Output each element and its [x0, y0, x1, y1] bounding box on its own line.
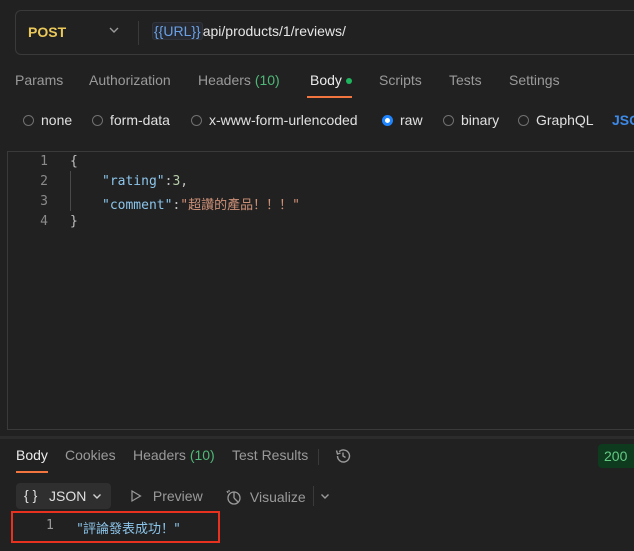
- tab-scripts[interactable]: Scripts: [379, 72, 422, 88]
- code-line-rating: "rating":3,: [102, 174, 189, 189]
- play-icon: [131, 489, 142, 503]
- chevron-down-icon[interactable]: [319, 490, 331, 502]
- radio-circle: [518, 114, 529, 126]
- chevron-down-icon[interactable]: [107, 23, 121, 37]
- visualize-button[interactable]: Visualize: [224, 488, 306, 506]
- method-select[interactable]: POST: [28, 24, 66, 40]
- active-tab-underline: [16, 471, 48, 473]
- radio-label: GraphQL: [536, 112, 594, 128]
- tab-params[interactable]: Params: [15, 72, 63, 88]
- json-string: "超讚的產品！！！": [180, 198, 300, 213]
- url-path: api/products/1/reviews/: [202, 23, 346, 39]
- line-number: 2: [40, 174, 48, 189]
- response-tab-cookies[interactable]: Cookies: [65, 447, 116, 463]
- headers-count: (10): [254, 72, 280, 88]
- history-icon[interactable]: [334, 447, 352, 465]
- radio-graphql[interactable]: GraphQL: [518, 112, 594, 128]
- braces-icon: { }: [24, 487, 38, 503]
- headers-count: (10): [189, 447, 215, 463]
- tab-headers[interactable]: Headers (10): [198, 72, 280, 88]
- radio-urlencoded[interactable]: x-www-form-urlencoded: [191, 112, 358, 128]
- pane-resize-handle[interactable]: [0, 436, 634, 439]
- radio-label: form-data: [110, 112, 170, 128]
- response-body-viewer[interactable]: 1 "評論發表成功！": [0, 518, 634, 538]
- line-number: 3: [40, 194, 48, 209]
- indent-guide: [70, 171, 71, 211]
- request-body-editor[interactable]: 1 2 3 4 { "rating":3, "comment":"超讚的產品！！…: [7, 151, 634, 430]
- active-tab-underline: [307, 96, 352, 98]
- radio-none[interactable]: none: [23, 112, 72, 128]
- status-badge[interactable]: 200: [598, 444, 634, 468]
- url-variable: {{URL}}: [152, 22, 203, 40]
- line-number: 1: [46, 518, 54, 533]
- chevron-down-icon: [93, 494, 101, 499]
- radio-label: raw: [400, 112, 423, 128]
- tab-body-label: Body: [310, 72, 342, 88]
- preview-button[interactable]: Preview: [129, 488, 203, 504]
- radio-raw[interactable]: raw: [382, 112, 423, 128]
- radio-label: binary: [461, 112, 500, 128]
- body-format-select[interactable]: JSON: [612, 112, 634, 128]
- radio-circle-selected: [382, 114, 393, 126]
- response-tab-test-results[interactable]: Test Results: [232, 447, 308, 463]
- tab-settings[interactable]: Settings: [509, 72, 560, 88]
- code-close-brace: }: [70, 214, 78, 229]
- url-input[interactable]: {{URL}} api/products/1/reviews/: [152, 22, 346, 40]
- line-number: 1: [40, 154, 48, 169]
- radio-circle: [23, 114, 34, 126]
- code-open-brace: {: [70, 154, 78, 169]
- line-number: 4: [40, 214, 48, 229]
- code-line-comment: "comment":"超讚的產品！！！": [102, 198, 300, 213]
- response-tab-body[interactable]: Body: [16, 447, 48, 463]
- divider: [313, 486, 314, 506]
- visualize-label: Visualize: [249, 489, 306, 505]
- response-string: "評論發表成功！": [77, 522, 180, 537]
- radio-binary[interactable]: binary: [443, 112, 499, 128]
- format-label: JSON: [49, 488, 87, 504]
- tab-label: Headers: [133, 447, 186, 463]
- body-modified-dot: [345, 78, 352, 85]
- radio-label: none: [41, 112, 73, 128]
- preview-label: Preview: [152, 488, 203, 504]
- response-format-select[interactable]: { } JSON: [16, 483, 111, 509]
- divider: [318, 449, 319, 465]
- response-tab-headers[interactable]: Headers (10): [133, 447, 215, 463]
- tab-body[interactable]: Body: [310, 72, 352, 88]
- request-url-bar: POST {{URL}} api/products/1/reviews/: [15, 10, 634, 55]
- radio-circle: [191, 114, 202, 126]
- json-key: "comment": [102, 198, 173, 213]
- tab-tests[interactable]: Tests: [449, 72, 482, 88]
- tab-headers-label: Headers: [198, 72, 251, 88]
- tab-authorization[interactable]: Authorization: [89, 72, 171, 88]
- radio-form-data[interactable]: form-data: [92, 112, 170, 128]
- radio-circle: [92, 114, 103, 126]
- json-key: "rating": [102, 174, 165, 189]
- radio-label: x-www-form-urlencoded: [209, 112, 358, 128]
- radio-circle: [443, 114, 454, 126]
- visualize-icon: [226, 490, 241, 505]
- divider: [138, 21, 139, 45]
